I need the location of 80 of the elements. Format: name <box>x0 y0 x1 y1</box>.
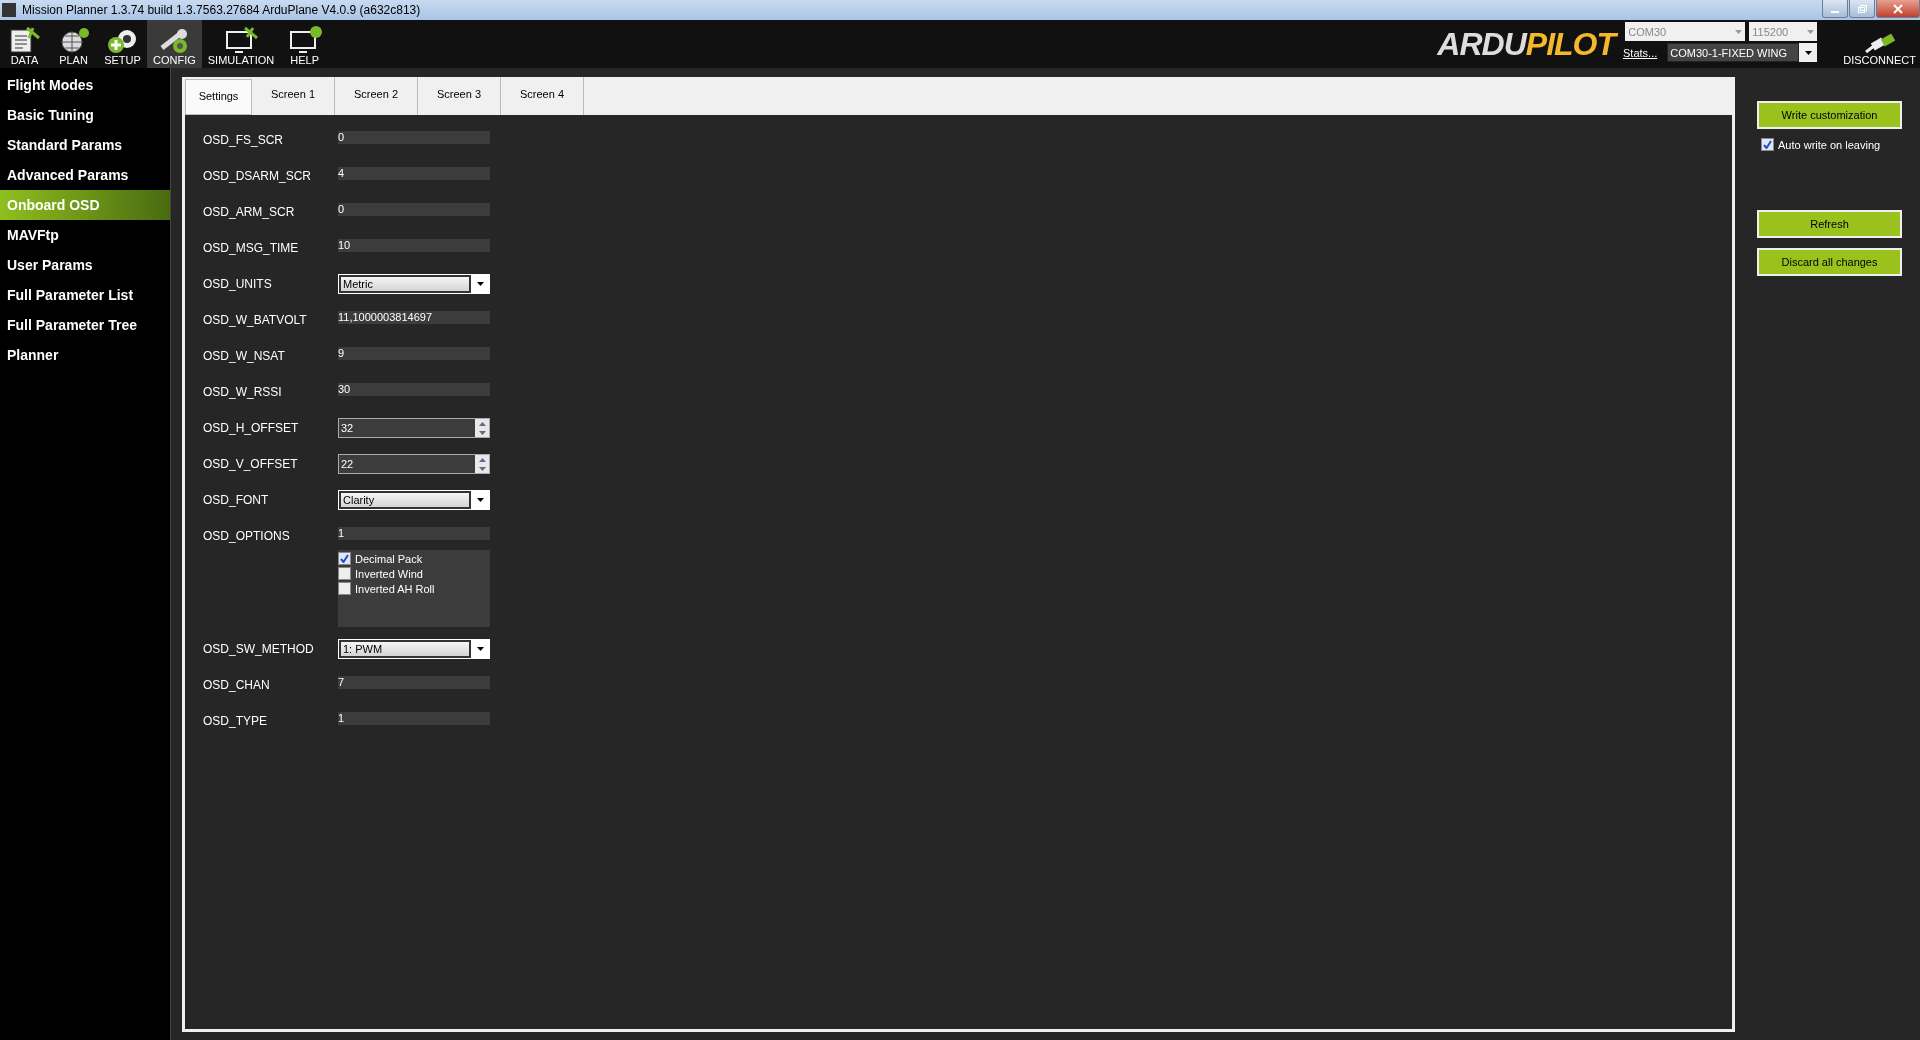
param-label: OSD_OPTIONS <box>203 528 291 543</box>
minimize-button[interactable] <box>1822 0 1848 18</box>
param-field[interactable]: 0 <box>338 131 490 144</box>
minimize-icon <box>1831 10 1839 13</box>
param-label: OSD_W_RSSI <box>203 384 283 399</box>
close-button[interactable] <box>1876 0 1920 18</box>
caret-icon <box>476 282 484 286</box>
caret-icon <box>1807 29 1815 34</box>
close-icon <box>1892 3 1904 14</box>
checkbox-label: Auto write on leaving <box>1778 138 1881 151</box>
param-dropdown[interactable]: Metric <box>338 274 490 294</box>
param-spinner[interactable]: 32 <box>338 418 490 438</box>
toolbar-button[interactable]: SETUP <box>98 20 147 68</box>
caret-icon <box>1735 29 1743 34</box>
sidebar-item[interactable]: Standard Params <box>0 130 170 160</box>
toolbar-button[interactable]: SIMULATION <box>201 20 281 68</box>
param-field[interactable]: 11,1000003814697 <box>338 311 490 324</box>
param-label: OSD_H_OFFSET <box>203 420 300 435</box>
checkbox[interactable] <box>338 567 351 580</box>
sidebar-item[interactable]: MAVFtp <box>0 220 170 250</box>
refresh-button[interactable]: Refresh <box>1757 210 1902 238</box>
param-spinner[interactable]: 22 <box>338 454 490 474</box>
param-field[interactable]: 7 <box>338 676 490 689</box>
checkbox[interactable] <box>338 582 351 595</box>
caret-icon <box>476 498 484 502</box>
checkbox[interactable] <box>338 552 351 565</box>
param-label: OSD_W_BATVOLT <box>203 312 308 327</box>
param-label: OSD_FS_SCR <box>203 132 285 147</box>
param-label: OSD_W_NSAT <box>203 348 286 363</box>
sidebar-item[interactable]: Advanced Params <box>0 160 170 190</box>
param-dropdown[interactable]: Clarity <box>338 490 490 510</box>
checkbox-label: Inverted AH Roll <box>355 582 435 595</box>
param-label: OSD_UNITS <box>203 276 273 291</box>
param-field[interactable]: 0 <box>338 203 490 216</box>
param-field[interactable]: 4 <box>338 167 490 180</box>
sidebar-item[interactable]: Flight Modes <box>0 70 170 100</box>
caret-icon <box>476 647 484 651</box>
param-field[interactable]: 9 <box>338 347 490 360</box>
toolbar-button[interactable]: PLAN <box>49 20 98 68</box>
up-arrow-icon <box>478 421 486 426</box>
sidebar-item[interactable]: Planner <box>0 340 170 370</box>
param-label: OSD_ARM_SCR <box>203 204 296 219</box>
param-field[interactable]: 1 <box>338 712 490 725</box>
sidebar-item[interactable]: Basic Tuning <box>0 100 170 130</box>
toolbar-button[interactable]: CONFIG <box>147 20 202 68</box>
sidebar-item[interactable]: User Params <box>0 250 170 280</box>
tab[interactable]: Settings <box>185 79 252 115</box>
restore-icon <box>1856 3 1868 14</box>
param-label: OSD_V_OFFSET <box>203 456 299 471</box>
param-field[interactable]: 30 <box>338 383 490 396</box>
sidebar-item[interactable]: Full Parameter Tree <box>0 310 170 340</box>
window-title: Mission Planner 1.3.74 build 1.3.7563.27684 ArduPlane V4.0.9 (a632c813) <box>22 3 421 17</box>
maximize-button[interactable] <box>1849 0 1875 18</box>
checkbox-label: Inverted Wind <box>355 567 423 580</box>
checkbox[interactable] <box>1761 138 1774 151</box>
sidebar-item[interactable]: Full Parameter List <box>0 280 170 310</box>
up-arrow-icon <box>478 457 486 462</box>
write-button[interactable]: Write customization <box>1757 101 1902 129</box>
toolbar-button[interactable]: DATA <box>0 20 49 68</box>
toolbar-button[interactable]: HELP <box>280 20 330 68</box>
sidebar-item[interactable]: Onboard OSD <box>0 190 170 220</box>
param-label: OSD_DSARM_SCR <box>203 168 313 183</box>
stats-link[interactable]: Stats... <box>1623 46 1658 59</box>
monitor-icon <box>223 26 259 54</box>
vehicle-dropdown[interactable]: COM30-1-FIXED WING <box>1667 43 1818 62</box>
param-field[interactable]: 1 <box>338 527 490 540</box>
param-label: OSD_CHAN <box>203 677 271 692</box>
param-label: OSD_TYPE <box>203 713 269 728</box>
discard-button[interactable]: Discard all changes <box>1757 248 1902 276</box>
down-arrow-icon <box>478 466 486 471</box>
param-label: OSD_FONT <box>203 492 270 507</box>
checkbox-label: Decimal Pack <box>355 552 423 565</box>
param-label: OSD_MSG_TIME <box>203 240 300 255</box>
disconnect-button[interactable]: DISCONNECT <box>1817 20 1920 68</box>
caret-icon <box>1804 50 1812 55</box>
param-dropdown[interactable]: 1: PWM <box>338 639 490 659</box>
app-icon <box>2 3 16 17</box>
down-arrow-icon <box>478 430 486 435</box>
param-field[interactable]: 10 <box>338 239 490 252</box>
param-label: OSD_SW_METHOD <box>203 641 315 656</box>
